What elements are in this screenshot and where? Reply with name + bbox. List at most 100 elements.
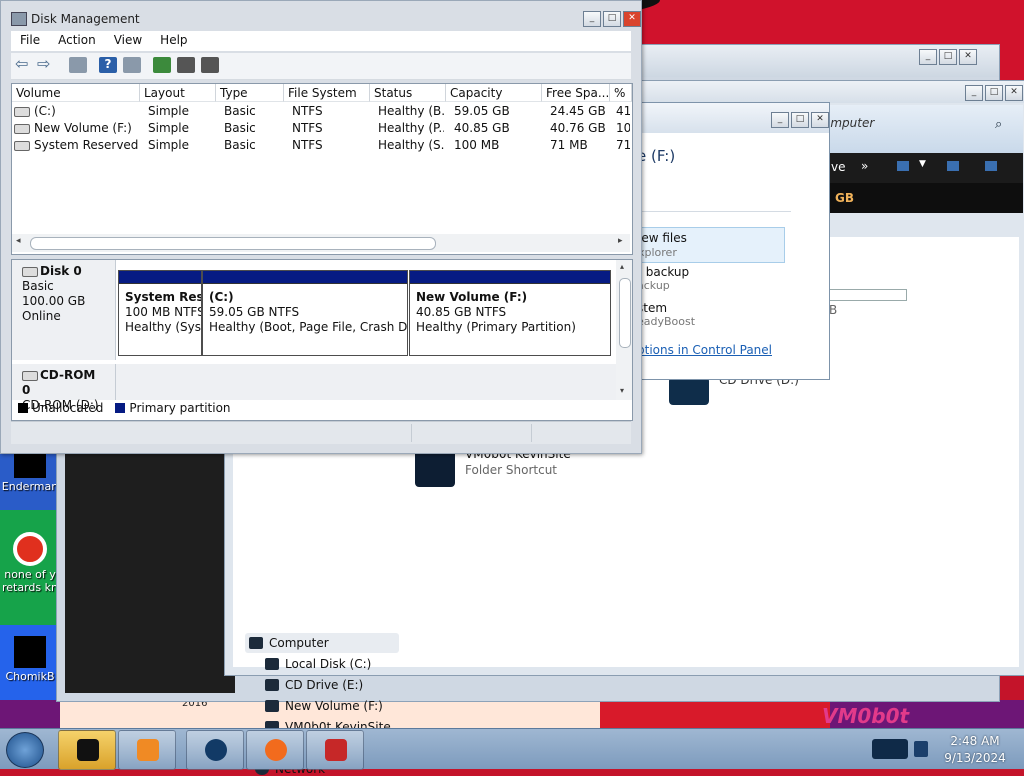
menu-file[interactable]: File (11, 31, 49, 51)
scroll-up-icon[interactable]: ▴ (620, 262, 624, 271)
nav-item-computer[interactable]: Computer (245, 633, 399, 653)
status-divider (411, 424, 412, 442)
column-layout[interactable]: Layout (140, 84, 216, 102)
maximize-icon[interactable]: □ (985, 85, 1003, 101)
option-system[interactable]: stem eadyBoost (637, 301, 695, 328)
window-controls: _ □ ✕ (583, 11, 641, 27)
tray-network-icon[interactable] (872, 739, 908, 759)
menu-action[interactable]: Action (49, 31, 105, 51)
menu-view[interactable]: View (105, 31, 151, 51)
scrollbar-thumb[interactable] (619, 278, 631, 348)
partition-status: Healthy (Primary Partition) (416, 320, 576, 334)
rescan-icon[interactable] (177, 57, 195, 73)
properties-icon[interactable] (123, 57, 141, 73)
chevron-right-icon[interactable]: » (861, 159, 868, 173)
address-text: omputer (823, 116, 875, 130)
help-icon[interactable]: ? (99, 57, 117, 73)
status-divider (531, 424, 532, 442)
start-button[interactable] (6, 732, 44, 768)
nav-item-cd-drive[interactable]: CD Drive (E:) (265, 678, 363, 692)
partition-status: Healthy (Boot, Page File, Crash Dum (209, 320, 408, 334)
details-strip: GB (825, 183, 1023, 213)
close-icon[interactable]: ✕ (811, 112, 829, 128)
column-percent-free[interactable]: % (610, 84, 632, 102)
vertical-scrollbar[interactable]: ▴ ▾ (616, 260, 632, 400)
forward-icon[interactable]: ⇨ (37, 54, 55, 73)
search-icon[interactable]: ⌕ (995, 117, 1002, 132)
maximize-icon[interactable]: □ (939, 49, 957, 65)
partition-system-reserved[interactable]: System Rese 100 MB NTFS Healthy (Syst (118, 270, 202, 356)
scroll-left-icon[interactable]: ◂ (16, 236, 21, 246)
taskbar-computer-management[interactable] (306, 730, 364, 770)
taskbar: 2:48 AM 9/13/2024 (0, 728, 1024, 770)
taskbar-media-player[interactable] (118, 730, 176, 770)
control-panel-link[interactable]: ptions in Control Panel (637, 343, 772, 357)
minimize-icon[interactable]: _ (965, 85, 983, 101)
new-volume-icon (265, 700, 279, 712)
taskbar-firefox[interactable] (246, 730, 304, 770)
disk-graph-pane: Disk 0 Basic 100.00 GB Online System Res… (11, 259, 633, 421)
table-row[interactable]: System Reserved Simple Basic NTFS Health… (12, 138, 632, 155)
disk-0-label[interactable]: Disk 0 Basic 100.00 GB Online (12, 260, 116, 360)
column-type[interactable]: Type (216, 84, 284, 102)
toolbar: ⇦ ⇨ ? (11, 53, 631, 80)
column-capacity[interactable]: Capacity (446, 84, 542, 102)
desktop-icon-chomik[interactable]: ChomikB (0, 636, 60, 683)
taskbar-globe[interactable] (186, 730, 244, 770)
minimize-icon[interactable]: _ (771, 112, 789, 128)
column-file-system[interactable]: File System (284, 84, 370, 102)
desktop-wallpaper-bottom-red (600, 700, 830, 730)
partition-size: 100 MB NTFS (125, 305, 202, 319)
desktop-icon-label: none of y retards kn (2, 568, 58, 594)
maximize-icon[interactable]: □ (791, 112, 809, 128)
close-icon[interactable]: ✕ (1005, 85, 1023, 101)
chevron-down-icon[interactable]: ▼ (919, 159, 926, 169)
help-icon[interactable] (985, 161, 997, 171)
menu-help[interactable]: Help (151, 31, 196, 51)
status-bar (11, 421, 631, 444)
scroll-down-icon[interactable]: ▾ (620, 386, 624, 395)
cd-drive-icon[interactable] (669, 377, 709, 405)
legend-primary: Primary partition (129, 401, 231, 415)
option-backup[interactable]: r backup ackup (637, 265, 689, 292)
volume-name: New Volume (F:) (34, 121, 132, 135)
cdrom-0-label[interactable]: CD-ROM 0 CD-ROM (D:) (12, 364, 116, 412)
percent-cell: 41 (616, 104, 630, 118)
maximize-icon[interactable]: □ (603, 11, 621, 27)
tray-volume-icon[interactable] (914, 741, 928, 757)
close-icon[interactable]: ✕ (623, 11, 641, 27)
column-status[interactable]: Status (370, 84, 446, 102)
option-subtitle: eadyBoost (637, 315, 696, 328)
option-title: stem (637, 301, 668, 315)
explorer-icon (77, 739, 99, 761)
column-free-space[interactable]: Free Spa... (542, 84, 610, 102)
disk-management-window[interactable]: Disk Management _ □ ✕ File Action View H… (0, 0, 642, 454)
command-bar: ve » ▼ (825, 153, 1023, 183)
clock[interactable]: 2:48 AM 9/13/2024 (940, 733, 1010, 767)
settings-icon[interactable] (201, 57, 219, 73)
toolbar-label[interactable]: ve (831, 160, 845, 174)
refresh-icon[interactable] (153, 57, 171, 73)
close-icon[interactable]: ✕ (959, 49, 977, 65)
minimize-icon[interactable]: _ (919, 49, 937, 65)
taskbar-explorer[interactable] (58, 730, 116, 770)
partition-c[interactable]: (C:) 59.05 GB NTFS Healthy (Boot, Page F… (202, 270, 408, 356)
preview-icon[interactable] (947, 161, 959, 171)
scrollbar-thumb[interactable] (30, 237, 436, 250)
scroll-right-icon[interactable]: ▸ (618, 236, 623, 246)
minimize-icon[interactable]: _ (583, 11, 601, 27)
view-icon[interactable] (897, 161, 909, 171)
column-volume[interactable]: Volume (12, 84, 140, 102)
back-icon[interactable]: ⇦ (15, 54, 33, 73)
type-cell: Basic (224, 138, 256, 152)
partition-new-volume[interactable]: New Volume (F:) 40.85 GB NTFS Healthy (P… (409, 270, 611, 356)
disk-size: 100.00 GB (22, 294, 86, 308)
nav-item-local-disk[interactable]: Local Disk (C:) (265, 657, 371, 671)
table-row[interactable]: (C:) Simple Basic NTFS Healthy (B... 59.… (12, 104, 632, 121)
table-row[interactable]: New Volume (F:) Simple Basic NTFS Health… (12, 121, 632, 138)
drive-icon (14, 140, 30, 151)
show-console-icon[interactable] (69, 57, 87, 73)
desktop-icon-shortcut[interactable]: none of y retards kn (0, 532, 60, 594)
nav-item-new-volume[interactable]: New Volume (F:) (265, 699, 383, 713)
horizontal-scrollbar[interactable]: ◂ ▸ (12, 234, 630, 252)
